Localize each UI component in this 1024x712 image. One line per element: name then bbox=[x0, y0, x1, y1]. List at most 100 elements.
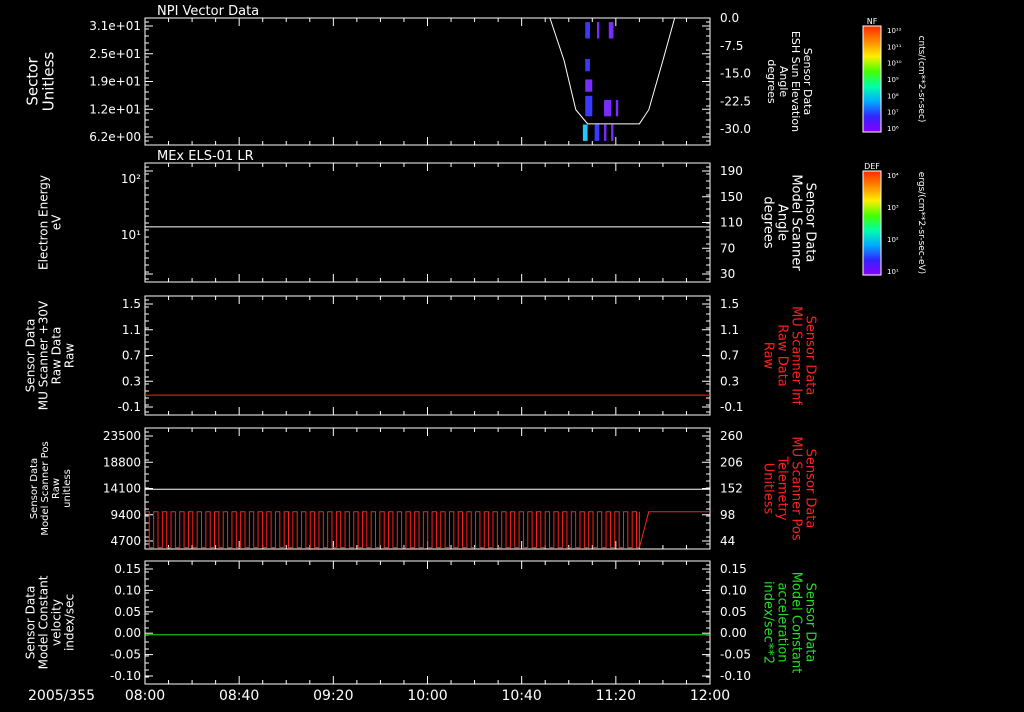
colorbar-unit-label: ergs/(cm**2-sr-sec-eV) bbox=[916, 172, 926, 274]
right-tick-label: -7.5 bbox=[720, 39, 743, 53]
y-tick-label: 1.9e+01 bbox=[89, 75, 141, 89]
heat-cell bbox=[597, 22, 600, 39]
left-axis-label-line: index/sec bbox=[63, 594, 77, 651]
right-axis-label-line: MU Scanner Inf bbox=[788, 306, 803, 405]
y-tick-label: 10¹ bbox=[121, 228, 141, 242]
y-tick-label: 0.10 bbox=[114, 583, 141, 597]
right-tick-label: -0.05 bbox=[720, 648, 751, 662]
right-axis-label-line: Raw bbox=[760, 342, 775, 370]
right-tick-label: 1.1 bbox=[720, 323, 739, 337]
colorbar-def: DEF 10⁴ 10³ 10² 10¹ ergs/(cm**2-sr-sec-eV) bbox=[862, 162, 926, 276]
colorbar-strip bbox=[862, 170, 882, 276]
y-tick-label: 1.1 bbox=[122, 323, 141, 337]
y-tick-label: -0.10 bbox=[110, 669, 141, 683]
y-tick-label: 0.00 bbox=[114, 626, 141, 640]
panel-frame bbox=[144, 162, 711, 283]
right-tick-label: 70 bbox=[720, 241, 735, 255]
left-axis-label-line: MU Scanner +30V bbox=[37, 300, 51, 410]
left-axis-label-line: Model Scanner Pos bbox=[40, 441, 51, 535]
right-tick-label: 0.15 bbox=[720, 562, 747, 576]
colorbar-tick-label: 10⁶ bbox=[887, 125, 899, 133]
colorbar-tick-label: 10¹⁰ bbox=[887, 60, 902, 68]
right-axis-label-line: index/sec**2 bbox=[760, 581, 775, 664]
colorbar-tick-label: 10⁸ bbox=[887, 92, 899, 100]
right-tick-label: 150 bbox=[720, 190, 743, 204]
right-axis-label-line: Telemetry bbox=[774, 455, 789, 520]
right-axis-label: Sensor DataESH Sun ElevationAngledegrees bbox=[765, 31, 814, 132]
right-axis-label: Sensor DataModel Constantaccelerationind… bbox=[760, 572, 817, 674]
colorbar-tick-label: 10¹² bbox=[887, 27, 902, 35]
stacked-time-series-chart: 3.1e+01 2.5e+01 1.9e+01 1.2e+01 6.2e+00 0.0 -7… bbox=[23, 4, 926, 704]
y-tick-label: -0.05 bbox=[110, 648, 141, 662]
left-axis-label-line: Model Constant bbox=[37, 575, 51, 669]
y-tick-label: 23500 bbox=[103, 429, 141, 443]
heat-cell bbox=[585, 58, 590, 72]
plot-stage: 3.1e+01 2.5e+01 1.9e+01 1.2e+01 6.2e+00 0.0 -7… bbox=[0, 0, 1024, 708]
right-tick-label: -30.0 bbox=[720, 122, 751, 136]
heat-cell bbox=[604, 124, 607, 141]
colorbar-tick-label: 10² bbox=[887, 236, 899, 244]
left-axis-label-line: Electron Energy bbox=[37, 175, 51, 270]
right-axis-label: Sensor DataMU Scanner PosTelemetryUnitle… bbox=[760, 436, 817, 541]
right-tick-label: 206 bbox=[720, 455, 743, 469]
colorbar-unit-label: cnts/(cm**2-sr-sec) bbox=[916, 36, 926, 123]
right-tick-label: 44 bbox=[720, 534, 735, 548]
colorbar-title: NF bbox=[867, 17, 878, 26]
heat-cell bbox=[585, 95, 593, 117]
time-tick-label: 12:00 bbox=[690, 688, 730, 704]
left-axis-label-line: Raw Data bbox=[50, 327, 64, 385]
left-axis-label: Sensor Data Model Scanner Pos Raw unitless bbox=[29, 441, 73, 535]
left-axis-label-line: unitless bbox=[62, 469, 73, 508]
panel-frame bbox=[144, 295, 711, 416]
right-tick-label: 0.10 bbox=[720, 583, 747, 597]
right-axis-label-line: Sensor Data bbox=[802, 449, 817, 529]
colorbar-tick-label: 10¹¹ bbox=[887, 43, 902, 51]
panel-title: NPI Vector Data bbox=[157, 4, 259, 19]
colorbar-nf: NF 10¹² 10¹¹ 10¹⁰ 10⁹ 10⁸ 10⁷ 10⁶ cnts/(cm**2-sr… bbox=[862, 17, 926, 133]
right-axis-label-line: Sensor Data bbox=[802, 316, 817, 396]
y-tick-label: 10² bbox=[121, 172, 141, 186]
right-tick-label: 0.05 bbox=[720, 605, 747, 619]
heat-cell bbox=[585, 22, 590, 39]
y-tick-label: 14100 bbox=[103, 482, 141, 496]
panel-frame bbox=[144, 17, 711, 146]
right-axis-label-line: MU Scanner Pos bbox=[788, 436, 803, 541]
right-axis-label: Sensor DataMU Scanner InfRaw DataRaw bbox=[760, 306, 817, 405]
y-tick-label: 0.05 bbox=[114, 605, 141, 619]
time-tick-label: 10:00 bbox=[407, 688, 447, 704]
right-tick-label: 190 bbox=[720, 164, 743, 178]
right-axis-label-line: Sensor Data bbox=[802, 583, 817, 663]
panel-frame bbox=[144, 560, 711, 685]
heat-cell bbox=[608, 22, 614, 39]
left-axis-label-line: Raw bbox=[51, 478, 62, 499]
y-tick-label: 1.2e+01 bbox=[89, 102, 141, 116]
left-axis-label: SectorUnitless bbox=[23, 52, 57, 112]
right-tick-label: 260 bbox=[720, 429, 743, 443]
right-axis-label-line: Model Constant bbox=[788, 572, 803, 674]
colorbar-tick-label: 10⁷ bbox=[887, 109, 899, 117]
left-axis-label-line: Sensor Data bbox=[24, 319, 38, 393]
heat-cell bbox=[615, 99, 619, 117]
heat-cell bbox=[582, 124, 588, 141]
y-tick-label: 2.5e+01 bbox=[89, 47, 141, 61]
right-axis-label-line: degrees bbox=[765, 59, 778, 104]
colorbar-tick-label: 10⁹ bbox=[887, 76, 899, 84]
right-axis-label-line: Raw Data bbox=[774, 324, 789, 387]
right-axis-label-line: degrees bbox=[760, 196, 775, 249]
left-axis-label: Sensor Data Model Constant velocity index/s… bbox=[24, 575, 77, 669]
series-trace bbox=[145, 511, 710, 549]
right-tick-label: 1.5 bbox=[720, 297, 739, 311]
left-axis-label: Electron Energy eV bbox=[37, 175, 64, 270]
left-axis-label-line: Sensor Data bbox=[29, 458, 40, 519]
time-tick-label: 11:20 bbox=[596, 688, 636, 704]
time-tick-label: 10:40 bbox=[501, 688, 541, 704]
y-tick-label: 0.15 bbox=[114, 562, 141, 576]
y-tick-label: 0.3 bbox=[122, 374, 141, 388]
heat-cell bbox=[585, 79, 593, 92]
left-axis-label-line: Sensor Data bbox=[24, 586, 38, 660]
colorbar-tick-label: 10³ bbox=[887, 204, 899, 212]
right-axis-label-line: Angle bbox=[774, 204, 789, 241]
y-tick-label: 4700 bbox=[110, 534, 141, 548]
right-axis-label: Sensor DataModel ScannerAngledegrees bbox=[760, 174, 817, 271]
right-tick-label: -15.0 bbox=[720, 67, 751, 81]
